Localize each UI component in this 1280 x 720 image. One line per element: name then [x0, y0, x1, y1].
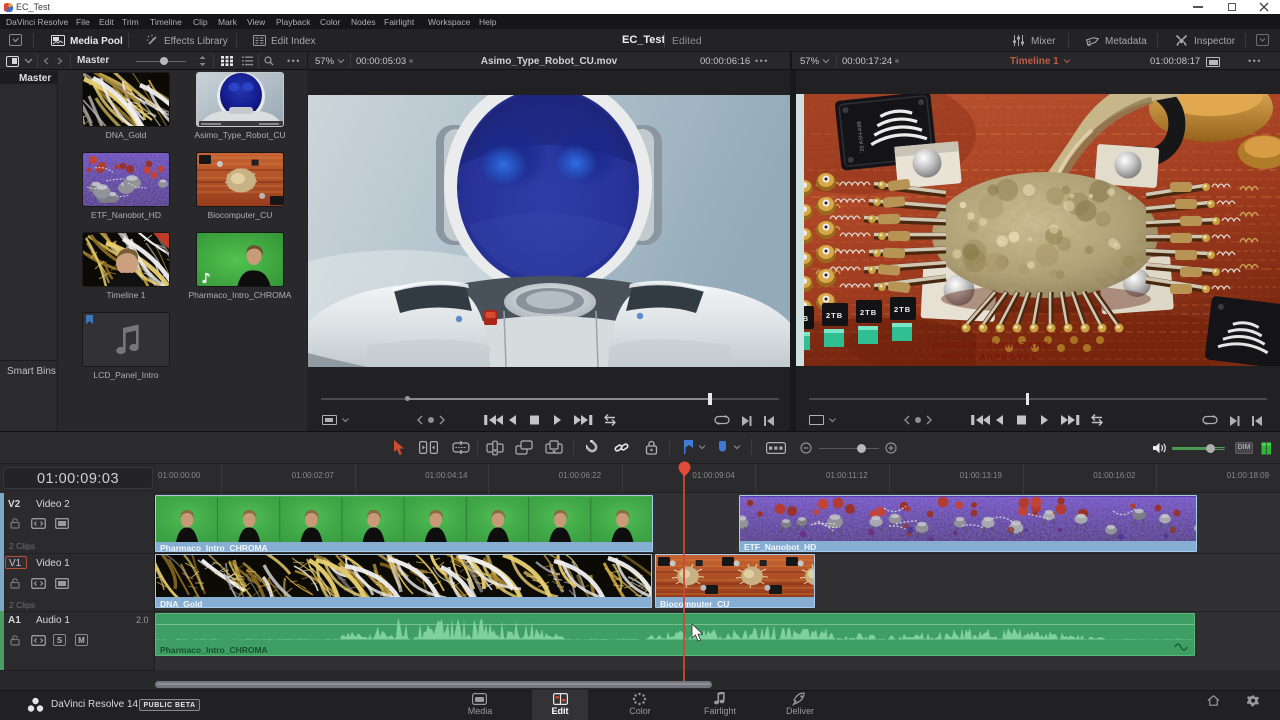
- svg-text:NO TH APPROVAL: NO TH APPROVAL: [942, 352, 1038, 362]
- svg-text:2TB: 2TB: [826, 311, 843, 320]
- svg-text:2TB: 2TB: [894, 305, 911, 314]
- svg-text:DANGER: BIOHAZARD: DANGER: BIOHAZARD: [932, 340, 1051, 350]
- svg-text:2TB: 2TB: [860, 308, 877, 317]
